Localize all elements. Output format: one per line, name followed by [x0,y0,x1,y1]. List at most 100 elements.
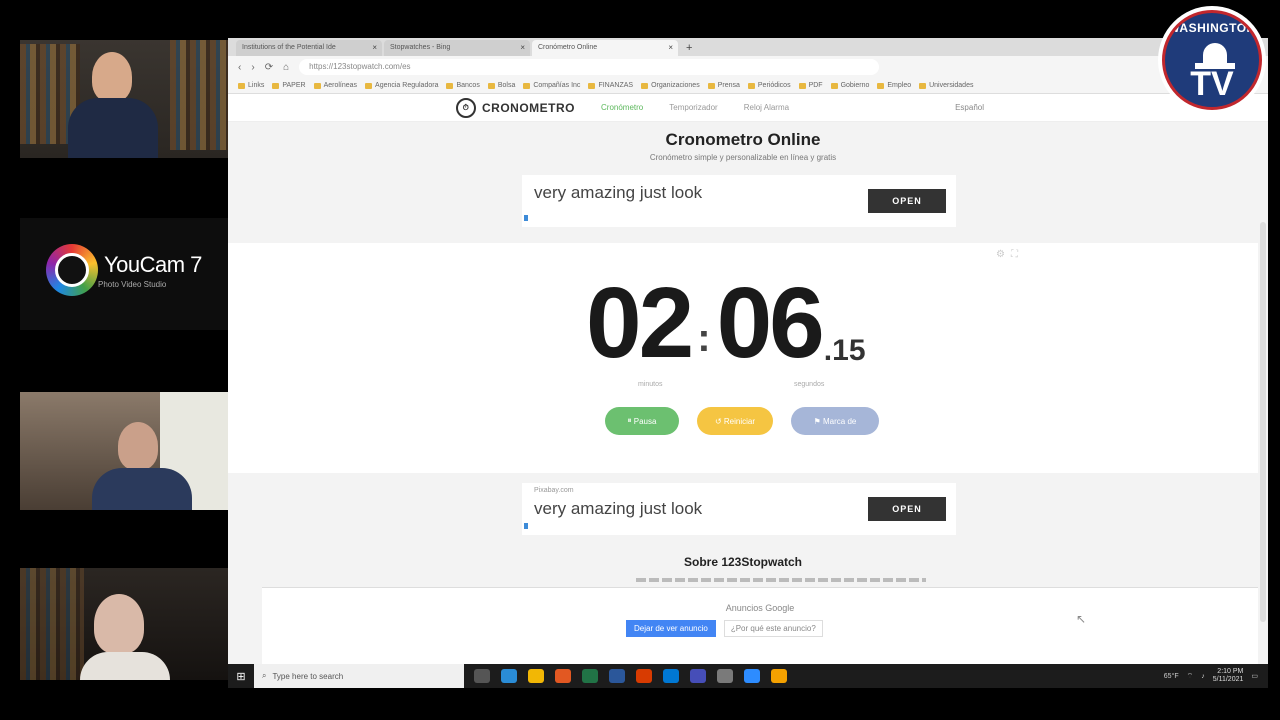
site-navigation: ⏱ CRONOMETRO Cronómetro Temporizador Rel… [228,94,1268,122]
bookmark-item[interactable]: Empleo [877,82,911,89]
nav-timer[interactable]: Temporizador [669,103,717,112]
taskbar-clock[interactable]: 2:10 PM 5/11/2021 [1213,668,1244,684]
close-icon[interactable]: × [668,43,673,52]
logo-text-tv: TV [1190,65,1234,103]
why-this-ad-button[interactable]: ¿Por qué este anuncio? [723,620,823,637]
bookmark-item[interactable]: FINANZAS [588,82,633,89]
powerpoint-icon[interactable] [636,669,652,683]
clock-time: 2:10 PM [1217,668,1244,675]
advertisement-top[interactable]: very amazing just look OPEN [522,175,956,227]
bookmark-item[interactable]: Prensa [707,82,740,89]
clock-date: 5/11/2021 [1212,676,1244,683]
bookmark-item[interactable]: Periódicos [747,82,791,89]
excel-icon[interactable] [582,669,598,683]
notification-icon[interactable]: ▭ [1251,672,1258,680]
reset-button[interactable]: ↺ Reiniciar [697,407,773,435]
taskbar-search[interactable]: ⌕ Type here to search [254,664,464,688]
bookmark-item[interactable]: Bolsa [487,82,515,89]
browser-tab-2[interactable]: Stopwatches - Bing × [384,40,530,56]
ad-text: very amazing just look [534,183,703,202]
scrollbar[interactable] [1260,222,1266,622]
ad-info-icon[interactable] [524,215,528,221]
stopwatch-display: 02 : 06 .15 [586,273,866,373]
ad-text: very amazing just look [534,499,703,518]
chrome-icon[interactable] [555,669,571,683]
home-icon[interactable]: ⌂ [283,62,289,73]
bookmark-item[interactable]: Links [238,82,264,89]
bookmark-item[interactable]: PAPER [272,82,306,89]
pause-button[interactable]: ⏸ Pausa [605,407,679,435]
bookmark-item[interactable]: Bancos [446,82,480,89]
screen: YouCam 7 Photo Video Studio Institutions… [0,0,1280,720]
nav-stopwatch[interactable]: Cronómetro [601,103,643,112]
stopwatch-logo-icon: ⏱ [456,97,476,118]
teams-icon[interactable] [690,669,706,683]
page-subtitle: Cronómetro simple y personalizable en lí… [649,153,837,162]
browser-window: Institutions of the Potential Ide × Stop… [228,38,1268,689]
browser-tab-1[interactable]: Institutions of the Potential Ide × [236,40,382,56]
outlook-icon[interactable] [663,669,679,683]
page-title: Cronometro Online [665,130,821,149]
forward-icon[interactable]: › [251,62,254,73]
ad-open-button[interactable]: OPEN [868,189,946,213]
volume-icon[interactable]: ♪ [1201,673,1205,680]
google-ad-banner: Anuncios Google Dejar de ver anuncio ¿Po… [262,587,1258,664]
windows-start-icon[interactable]: ⊞ [228,670,254,683]
zoom-icon[interactable] [744,669,760,683]
minutes-label: minutos [638,381,663,388]
bookmark-item[interactable]: Gobierno [830,82,869,89]
stopwatch-panel: ⚙⛶ 02 : 06 .15 minutos segundos ⏸ Pausa … [228,243,1258,473]
language-select[interactable]: Español [955,103,984,112]
mouse-cursor-icon: ↖ [1076,612,1087,626]
task-view-icon[interactable] [474,669,490,683]
browser-tab-3[interactable]: Cronómetro Online × [532,40,678,56]
brand-name: CRONOMETRO [482,100,575,115]
page-content: Cronometro Online Cronómetro simple y pe… [228,122,1268,689]
weather-temp[interactable]: 65°F [1164,673,1179,680]
nav-alarm[interactable]: Reloj Alarma [744,103,789,112]
system-tray: 65°F ⌔ ♪ 2:10 PM 5/11/2021 ▭ [1164,668,1268,684]
network-icon[interactable]: ⌔ [1187,672,1194,681]
close-icon[interactable]: × [372,43,377,52]
ad-info-icon[interactable] [524,523,528,529]
bookmark-item[interactable]: Agencia Reguladora [365,82,438,89]
minutes-value: 02 [586,267,694,379]
capitol-dome-icon [1203,43,1227,63]
youcam-placeholder: YouCam 7 Photo Video Studio [20,218,228,330]
stop-seeing-ad-button[interactable]: Dejar de ver anuncio [626,620,716,637]
lap-button[interactable]: ⚑ Marca de [791,407,879,435]
bookmark-item[interactable]: PDF [798,82,823,89]
address-bar[interactable]: https://123stopwatch.com/es [299,59,880,75]
nav-bar: ‹ › ⟳ ⌂ https://123stopwatch.com/es ◆ ☆ … [228,56,1268,78]
youcam-logo-icon [46,244,98,296]
washington-tv-logo: WASHINGTON TV [1158,6,1266,114]
file-explorer-icon[interactable] [528,669,544,683]
bookmark-item[interactable]: Aerolíneas [313,82,357,89]
app-icon[interactable] [771,669,787,683]
windows-taskbar: ⊞ ⌕ Type here to search 65°F ⌔ ♪ 2:10 PM [228,664,1268,688]
fullscreen-icon[interactable]: ⚙⛶ [996,249,1024,260]
ad-open-button[interactable]: OPEN [868,497,946,521]
logo-text-washington: WASHINGTON [1168,21,1256,35]
close-icon[interactable]: × [520,43,525,52]
advertisement-bottom[interactable]: Pixabay.com very amazing just look OPEN [522,483,956,535]
bookmark-item[interactable]: Compañías Inc [523,82,580,89]
word-icon[interactable] [609,669,625,683]
new-tab-button[interactable]: + [680,42,698,56]
reload-icon[interactable]: ⟳ [265,62,273,73]
tab-label: Cronómetro Online [538,44,598,51]
bookmark-item[interactable]: Organizaciones [641,82,700,89]
app-icon[interactable] [717,669,733,683]
site-brand[interactable]: ⏱ CRONOMETRO [456,97,575,118]
youcam-sub: Photo Video Studio [98,279,167,289]
bookmarks-bar: Links PAPER Aerolíneas Agencia Regulador… [228,78,1268,94]
back-icon[interactable]: ‹ [238,62,241,73]
bookmark-item[interactable]: Universidades [919,82,973,89]
search-icon: ⌕ [262,671,267,680]
edge-icon[interactable] [501,669,517,683]
participant-video-1 [20,40,228,158]
search-placeholder: Type here to search [272,671,344,681]
tab-label: Stopwatches - Bing [390,44,451,51]
colon-separator: : [697,316,711,360]
tab-label: Institutions of the Potential Ide [242,44,336,51]
